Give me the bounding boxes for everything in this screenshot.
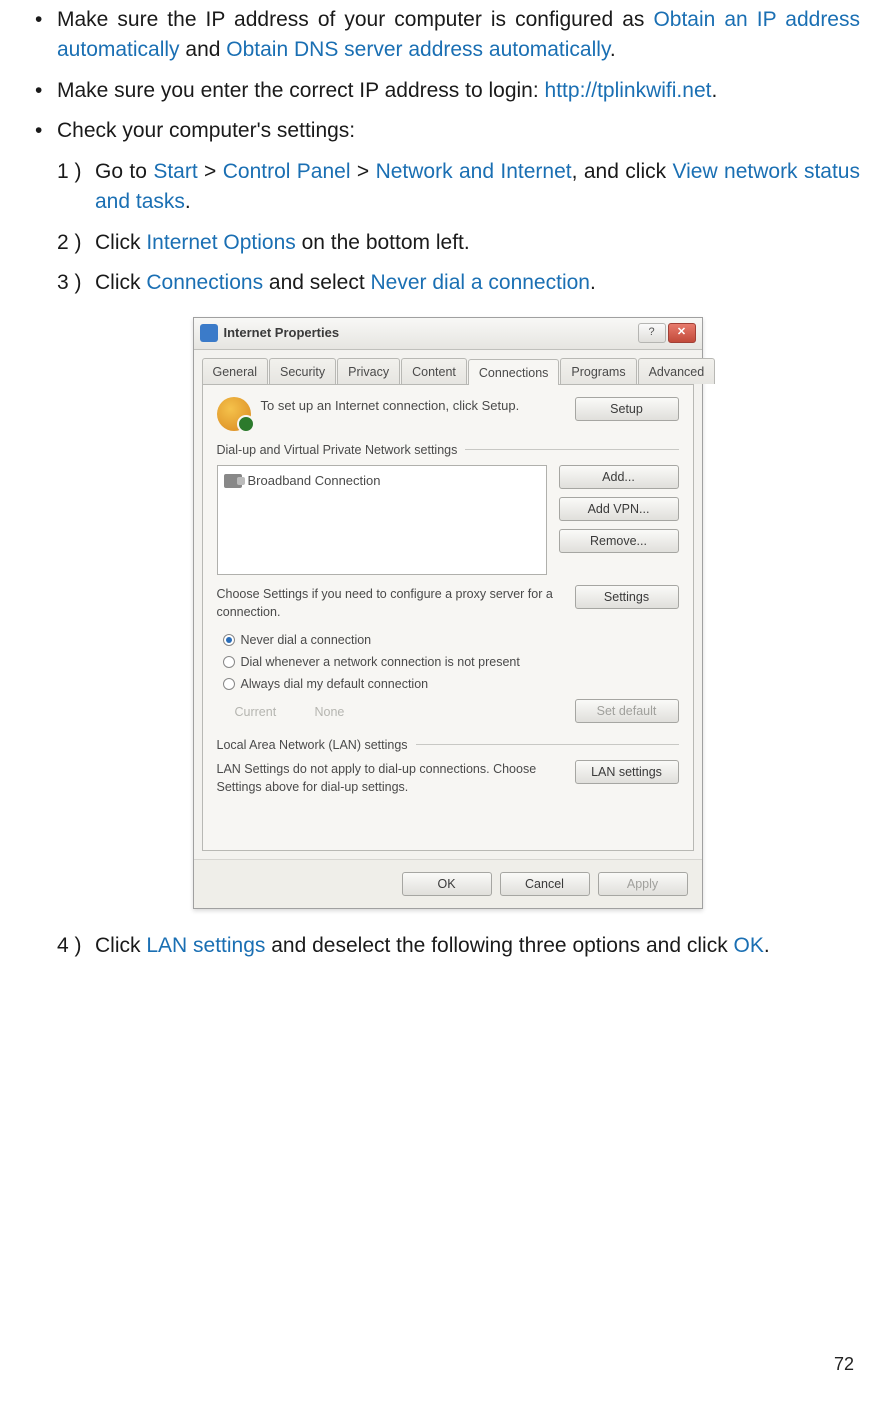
- link-network-internet: Network and Internet: [376, 160, 572, 183]
- bullet-text: Make sure the IP address of your compute…: [57, 5, 860, 66]
- connection-label: Broadband Connection: [248, 472, 381, 491]
- lan-section-label: Local Area Network (LAN) settings: [217, 736, 679, 754]
- link-start: Start: [153, 160, 197, 183]
- link-internet-options: Internet Options: [146, 231, 295, 254]
- tab-programs[interactable]: Programs: [560, 358, 636, 384]
- proxy-settings-text: Choose Settings if you need to configure…: [217, 585, 575, 621]
- add-vpn-button[interactable]: Add VPN...: [559, 497, 679, 521]
- current-value: None: [315, 703, 345, 721]
- bullet-mark: •: [35, 116, 57, 146]
- link-connections: Connections: [146, 271, 263, 294]
- text: Check your computer's settings:: [57, 119, 355, 142]
- step-3: 3 ) Click Connections and select Never d…: [57, 268, 860, 298]
- internet-icon: [200, 324, 218, 342]
- tab-security[interactable]: Security: [269, 358, 336, 384]
- step-number: 4 ): [57, 931, 95, 961]
- step-number: 1 ): [57, 157, 95, 218]
- bullet-item: • Make sure the IP address of your compu…: [35, 5, 860, 66]
- tab-privacy[interactable]: Privacy: [337, 358, 400, 384]
- link-ok: OK: [734, 934, 764, 957]
- bullet-item: • Check your computer's settings:: [35, 116, 860, 146]
- radio-icon: [223, 634, 235, 646]
- text: and: [180, 38, 227, 61]
- step-2: 2 ) Click Internet Options on the bottom…: [57, 228, 860, 258]
- cancel-button[interactable]: Cancel: [500, 872, 590, 896]
- step-number: 3 ): [57, 268, 95, 298]
- bullet-item: • Make sure you enter the correct IP add…: [35, 76, 860, 106]
- link-text: http://tplinkwifi.net: [545, 79, 712, 102]
- connection-item[interactable]: Broadband Connection: [222, 470, 542, 493]
- radio-dial-whenever[interactable]: Dial whenever a network connection is no…: [223, 653, 679, 671]
- dialup-section-label: Dial-up and Virtual Private Network sett…: [217, 441, 679, 459]
- tab-advanced[interactable]: Advanced: [638, 358, 716, 384]
- step-number: 2 ): [57, 228, 95, 258]
- radio-never-dial[interactable]: Never dial a connection: [223, 631, 679, 649]
- link-text: Obtain DNS server address automatically: [226, 38, 610, 61]
- step-1: 1 ) Go to Start > Control Panel > Networ…: [57, 157, 860, 218]
- step-text: Click Connections and select Never dial …: [95, 268, 860, 298]
- titlebar: Internet Properties ? ✕: [194, 318, 702, 350]
- dialog-footer: OK Cancel Apply: [194, 859, 702, 908]
- lan-settings-button[interactable]: LAN settings: [575, 760, 679, 784]
- text: .: [610, 38, 616, 61]
- set-default-button[interactable]: Set default: [575, 699, 679, 723]
- bullet-mark: •: [35, 76, 57, 106]
- radio-always-dial[interactable]: Always dial my default connection: [223, 675, 679, 693]
- text: .: [711, 79, 717, 102]
- bullet-text: Make sure you enter the correct IP addre…: [57, 76, 860, 106]
- remove-button[interactable]: Remove...: [559, 529, 679, 553]
- bullet-text: Check your computer's settings:: [57, 116, 860, 146]
- tab-content[interactable]: Content: [401, 358, 467, 384]
- lan-settings-text: LAN Settings do not apply to dial-up con…: [217, 760, 575, 796]
- link-control-panel: Control Panel: [223, 160, 351, 183]
- internet-properties-dialog: Internet Properties ? ✕ General Security…: [193, 317, 703, 909]
- setup-text: To set up an Internet connection, click …: [261, 397, 575, 416]
- setup-wizard-icon: [217, 397, 251, 431]
- help-button[interactable]: ?: [638, 323, 666, 343]
- step-text: Go to Start > Control Panel > Network an…: [95, 157, 860, 218]
- current-label: Current: [235, 703, 315, 721]
- tab-connections[interactable]: Connections: [468, 359, 560, 385]
- connections-listbox[interactable]: Broadband Connection: [217, 465, 547, 575]
- connection-icon: [224, 474, 242, 488]
- setup-button[interactable]: Setup: [575, 397, 679, 421]
- step-4: 4 ) Click LAN settings and deselect the …: [57, 931, 860, 961]
- dialog-title: Internet Properties: [224, 324, 636, 343]
- apply-button[interactable]: Apply: [598, 872, 688, 896]
- close-button[interactable]: ✕: [668, 323, 696, 343]
- settings-button[interactable]: Settings: [575, 585, 679, 609]
- text: Make sure the IP address of your compute…: [57, 8, 653, 31]
- ok-button[interactable]: OK: [402, 872, 492, 896]
- page-number: 72: [834, 1351, 854, 1377]
- tab-panel-connections: To set up an Internet connection, click …: [202, 384, 694, 851]
- step-text: Click Internet Options on the bottom lef…: [95, 228, 860, 258]
- text: Make sure you enter the correct IP addre…: [57, 79, 545, 102]
- radio-icon: [223, 678, 235, 690]
- link-lan-settings: LAN settings: [146, 934, 265, 957]
- add-button[interactable]: Add...: [559, 465, 679, 489]
- bullet-mark: •: [35, 5, 57, 66]
- tab-strip: General Security Privacy Content Connect…: [194, 350, 702, 384]
- tab-general[interactable]: General: [202, 358, 268, 384]
- step-text: Click LAN settings and deselect the foll…: [95, 931, 860, 961]
- link-never-dial: Never dial a connection: [371, 271, 590, 294]
- radio-icon: [223, 656, 235, 668]
